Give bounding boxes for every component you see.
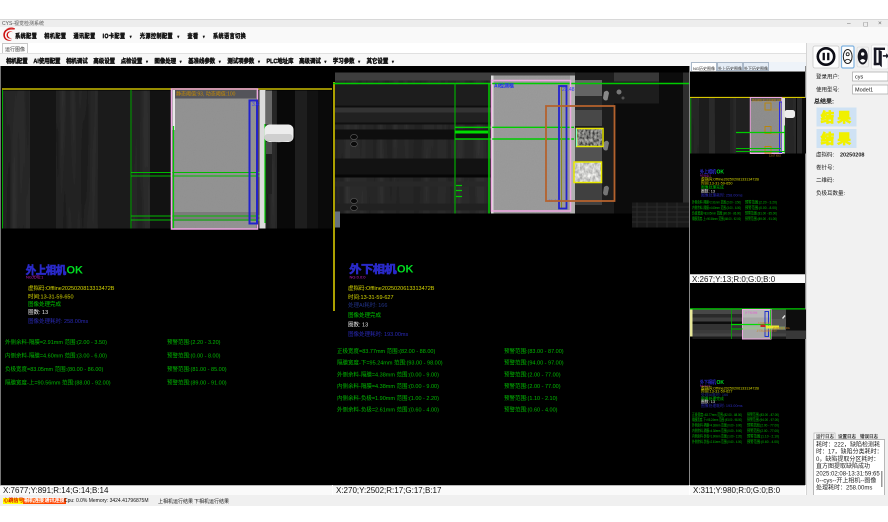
svg-text:隔膜宽度-上=90.56mm 范围:(88.00 - 92.: 隔膜宽度-上=90.56mm 范围:(88.00 - 92.00) <box>692 216 741 221</box>
svg-text:正极宽度=83.77mm 范围:(82.00 - 88.00: 正极宽度=83.77mm 范围:(82.00 - 88.00) <box>692 411 743 416</box>
svg-text:内侧余料-隔膜=4.38mm 范围:(0.00 - 9.00: 内侧余料-隔膜=4.38mm 范围:(0.00 - 9.00) <box>337 382 439 390</box>
svg-text:外下检测框: 外下检测框 <box>745 310 758 314</box>
svg-text:OK: OK <box>67 264 84 276</box>
svg-text:登录用户:: 登录用户: <box>816 72 840 80</box>
svg-text:错误日志: 错误日志 <box>860 433 878 440</box>
svg-text:圈数: 13: 圈数: 13 <box>348 320 368 328</box>
svg-text:预警范围:(0.60 - 4.00): 预警范围:(0.60 - 4.00) <box>504 405 558 413</box>
svg-text:20250208: 20250208 <box>840 152 864 158</box>
svg-text:内侧余料-隔膜=4.60mm 范围:(3.00 - 6.00: 内侧余料-隔膜=4.60mm 范围:(3.00 - 6.00) <box>5 351 107 359</box>
svg-text:时：17，缺陷分类耗时：: 时：17，缺陷分类耗时： <box>816 447 883 455</box>
svg-text:圈数: 13: 圈数: 13 <box>28 308 48 316</box>
svg-text:预警范围:(0.00 - 8.00): 预警范围:(0.00 - 8.00) <box>167 351 221 359</box>
svg-text:负极宽度=83.05mm 范围:(80.00 - 86.00: 负极宽度=83.05mm 范围:(80.00 - 86.00) <box>5 365 103 373</box>
svg-text:OK: OK <box>717 379 725 385</box>
svg-text:预警范围:(94.00 - 97.00): 预警范围:(94.00 - 97.00) <box>747 417 780 422</box>
svg-text:Model1: Model1 <box>855 87 873 93</box>
svg-text:OK: OK <box>717 169 725 175</box>
svg-text:内侧余料-负极=1.90mm 范围:(1.00 - 2.20: 内侧余料-负极=1.90mm 范围:(1.00 - 2.20) <box>692 433 743 438</box>
svg-text:预警范围:(89.00 - 91.00): 预警范围:(89.00 - 91.00) <box>745 216 778 221</box>
svg-text:外侧余料-隔膜=4.38mm 范围:(0.00 - 9.00: 外侧余料-隔膜=4.38mm 范围:(0.00 - 9.00) <box>692 422 743 427</box>
svg-text:预警范围:(2.00 - 77.00): 预警范围:(2.00 - 77.00) <box>504 382 561 390</box>
svg-text:耗时：222，缺陷检测耗: 耗时：222，缺陷检测耗 <box>816 440 880 448</box>
svg-text:负极耳数量:: 负极耳数量: <box>816 189 846 197</box>
svg-text:cys: cys <box>855 74 864 80</box>
svg-text:预警范围:(2.00 - 77.00): 预警范围:(2.00 - 77.00) <box>504 370 561 378</box>
svg-text:NG光电:1: NG光电:1 <box>26 273 44 279</box>
svg-text:图像处理完成: 图像处理完成 <box>28 300 62 308</box>
svg-text:13.07 83.5: 13.07 83.5 <box>769 154 781 157</box>
svg-text:预警范围:(1.10 - 2.10): 预警范围:(1.10 - 2.10) <box>747 433 780 438</box>
svg-text:预警范围:(2.00 - 77.00): 预警范围:(2.00 - 77.00) <box>747 428 780 433</box>
svg-text:结 果: 结 果 <box>821 110 851 125</box>
svg-text:OK: OK <box>397 263 414 275</box>
svg-text:AI检测框: AI检测框 <box>494 82 514 89</box>
svg-text:上行轨道图像 0.00: 上行轨道图像 0.00 <box>756 328 777 332</box>
svg-text:图像处理耗时: 193.00ms: 图像处理耗时: 193.00ms <box>348 330 408 338</box>
svg-text:处理AI耗时: 166: 处理AI耗时: 166 <box>348 301 387 309</box>
svg-text:预警范围:(2.00 - 77.00): 预警范围:(2.00 - 77.00) <box>747 422 780 427</box>
svg-text:预警范围:(0.60 - 4.00): 预警范围:(0.60 - 4.00) <box>747 439 780 444</box>
svg-text:处理耗时：258.00ms: 处理耗时：258.00ms <box>816 483 872 491</box>
svg-text:运行日志: 运行日志 <box>816 433 834 440</box>
svg-text:时间:13-31-59-650: 时间:13-31-59-650 <box>28 292 74 300</box>
svg-text:隔膜宽度-上=90.56mm 范围:(88.00 - 92.: 隔膜宽度-上=90.56mm 范围:(88.00 - 92.00) <box>5 378 111 386</box>
svg-text:外侧余料-隔膜=4.38mm 范围:(0.00 - 9.00: 外侧余料-隔膜=4.38mm 范围:(0.00 - 9.00) <box>337 370 439 378</box>
svg-text:图像处理耗时: 258.00ms: 图像处理耗时: 258.00ms <box>701 192 743 197</box>
svg-text:预警范围:(83.00 - 87.00): 预警范围:(83.00 - 87.00) <box>747 411 780 416</box>
svg-text:预警范围:(2.20 - 3.20): 预警范围:(2.20 - 3.20) <box>745 199 778 204</box>
svg-text:预警范围:(89.00 - 91.00): 预警范围:(89.00 - 91.00) <box>167 378 227 386</box>
svg-text:外侧余料-隔膜=2.91mm 范围:(2.00 - 3.50: 外侧余料-隔膜=2.91mm 范围:(2.00 - 3.50) <box>692 199 742 204</box>
svg-text:静态阈值:93, 动态阈值:100: 静态阈值:93, 动态阈值:100 <box>176 90 236 97</box>
svg-text:使用型号:: 使用型号: <box>816 85 840 93</box>
svg-text:直方图提取缺陷成功: 直方图提取缺陷成功 <box>816 462 870 470</box>
svg-text:结 果: 结 果 <box>821 131 851 146</box>
svg-text:图像处理完成: 图像处理完成 <box>348 311 382 319</box>
svg-text:预警范围:(94.00 - 97.00): 预警范围:(94.00 - 97.00) <box>504 358 564 366</box>
svg-text:预警范围:(0.00 - 8.00): 预警范围:(0.00 - 8.00) <box>745 205 778 210</box>
svg-text:虚拟码:Offline2025020813313472B: 虚拟码:Offline2025020813313472B <box>28 284 115 292</box>
svg-text:上行08 0.00: 上行08 0.00 <box>757 321 771 325</box>
svg-text:NG:0.0:0: NG:0.0:0 <box>350 274 367 279</box>
svg-text:虚拟码:Offline2025020613313472B: 虚拟码:Offline2025020613313472B <box>348 284 435 292</box>
svg-text:二维码:: 二维码: <box>816 176 835 184</box>
svg-text:2025:02:08-13:31:59:65: 2025:02:08-13:31:59:65 <box>816 471 880 477</box>
svg-text:23.48: 23.48 <box>562 87 575 93</box>
svg-text:卷针号:: 卷针号: <box>816 163 835 171</box>
svg-text:图像处理耗时: 258.00ms: 图像处理耗时: 258.00ms <box>28 317 88 325</box>
svg-text:预警范围:(81.00 - 85.00): 预警范围:(81.00 - 85.00) <box>167 365 227 373</box>
svg-text:0，缺陷提取分区耗时：: 0，缺陷提取分区耗时： <box>816 454 879 462</box>
svg-text:预警范围:(83.00 - 87.00): 预警范围:(83.00 - 87.00) <box>504 347 564 355</box>
svg-text:时间:13-31-59-627: 时间:13-31-59-627 <box>348 293 394 301</box>
svg-text:内侧余料-隔膜=4.60mm 范围:(3.00 - 6.00: 内侧余料-隔膜=4.60mm 范围:(3.00 - 6.00) <box>692 205 742 210</box>
svg-text:内侧余料-隔膜=4.38mm 范围:(0.00 - 9.00: 内侧余料-隔膜=4.38mm 范围:(0.00 - 9.00) <box>692 428 743 433</box>
svg-text:外侧余料-负极=2.61mm 范围:(0.60 - 4.00: 外侧余料-负极=2.61mm 范围:(0.60 - 4.00) <box>337 405 439 413</box>
svg-text:预警范围:(1.10 - 2.10): 预警范围:(1.10 - 2.10) <box>504 393 558 401</box>
svg-text:图像处理耗时: 193.00ms: 图像处理耗时: 193.00ms <box>701 403 743 408</box>
svg-text:隔膜宽度-下=95.24mm 范围:(93.00 - 98.: 隔膜宽度-下=95.24mm 范围:(93.00 - 98.00) <box>337 358 443 366</box>
svg-text:预警范围:(2.20 - 3.20): 预警范围:(2.20 - 3.20) <box>167 338 221 346</box>
svg-text:外侧余料-负极=2.61mm 范围:(0.60 - 4.00: 外侧余料-负极=2.61mm 范围:(0.60 - 4.00) <box>692 439 743 444</box>
svg-text:虚拟码:: 虚拟码: <box>816 150 835 158</box>
svg-text:内侧余料-负极=1.90mm 范围:(1.00 - 2.20: 内侧余料-负极=1.90mm 范围:(1.00 - 2.20) <box>337 393 439 401</box>
svg-text:预警范围:(81.00 - 85.00): 预警范围:(81.00 - 85.00) <box>745 210 778 215</box>
svg-text:设置日志: 设置日志 <box>838 433 856 440</box>
svg-text:0--cys--开上相机--图像: 0--cys--开上相机--图像 <box>816 476 876 484</box>
svg-text:负极宽度=83.05mm 范围:(80.00 - 86.00: 负极宽度=83.05mm 范围:(80.00 - 86.00) <box>692 210 742 215</box>
svg-text:正极宽度=83.77mm 范围:(82.00 - 88.00: 正极宽度=83.77mm 范围:(82.00 - 88.00) <box>337 347 435 355</box>
svg-text:隔膜宽度-下=95.24mm 范围:(93.00 - 98.: 隔膜宽度-下=95.24mm 范围:(93.00 - 98.00) <box>692 417 743 422</box>
svg-text:静态阈值:93 动态阈值:100: 静态阈值:93 动态阈值:100 <box>752 98 782 102</box>
svg-text:总结果:: 总结果: <box>814 97 834 105</box>
svg-text:外侧余料-隔膜=2.91mm 范围:(2.00 - 3.50: 外侧余料-隔膜=2.91mm 范围:(2.00 - 3.50) <box>5 338 107 346</box>
